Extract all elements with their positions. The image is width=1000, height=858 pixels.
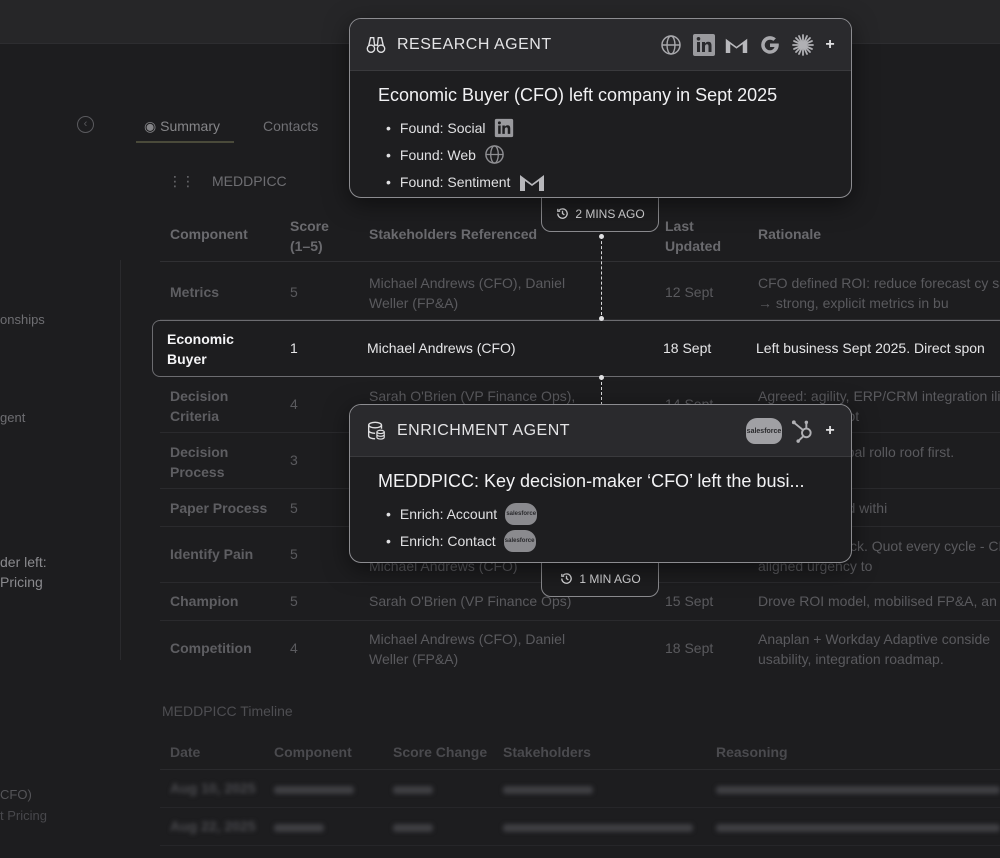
timeline-column-date[interactable]: Date [170, 742, 200, 762]
enrichment-timestamp-chip: 1 MIN AGO [541, 561, 659, 597]
sidebar-fragment: CFO) [0, 787, 32, 802]
redacted-cell [393, 786, 433, 794]
column-header-component[interactable]: Component [170, 224, 248, 244]
table-row[interactable]: Metrics 5 Michael Andrews (CFO), Daniel … [160, 263, 1000, 320]
redacted-cell [503, 786, 593, 794]
timeline-row[interactable]: Aug 10, 2025 [160, 770, 1000, 808]
gmail-icon [518, 171, 546, 193]
tab-contacts[interactable]: Contacts [263, 118, 318, 134]
database-icon [367, 421, 385, 440]
google-icon[interactable] [757, 32, 782, 57]
list-item: Enrich: Account salesforce [378, 500, 851, 527]
gmail-icon[interactable] [724, 32, 749, 57]
sidebar-fragment: onships [0, 312, 45, 327]
enrichment-agent-header: ENRICHMENT AGENT salesforce + [350, 405, 851, 457]
column-header-score[interactable]: Score (1–5) [290, 216, 340, 256]
meddpicc-section-title: ⋮⋮ MEDDPICC [168, 173, 287, 189]
linkedin-icon[interactable] [691, 32, 716, 57]
salesforce-icon[interactable]: salesforce [746, 418, 782, 444]
enrichment-agent-card[interactable]: ENRICHMENT AGENT salesforce + MEDDPICC: … [349, 404, 852, 563]
list-item: Found: Sentiment [378, 168, 851, 195]
timeline-column-score-change[interactable]: Score Change [393, 742, 487, 762]
connector-dot [599, 316, 604, 321]
timeline-column-reasoning[interactable]: Reasoning [716, 742, 788, 762]
research-findings: Found: Social Found: Web Found: Sentimen… [378, 114, 851, 195]
list-item: Enrich: Contact salesforce [378, 527, 851, 554]
table-row[interactable]: Competition 4 Michael Andrews (CFO), Dan… [160, 621, 1000, 677]
tab-summary[interactable]: ◉ Summary [144, 118, 220, 135]
column-header-last-updated[interactable]: Last Updated [665, 216, 721, 256]
redacted-cell [274, 824, 324, 832]
connector-dot [599, 234, 604, 239]
timeline-column-stakeholders[interactable]: Stakeholders [503, 742, 591, 762]
list-item: Found: Social [378, 114, 851, 141]
highlighted-row-economic-buyer[interactable]: Economic Buyer 1 Michael Andrews (CFO) 1… [152, 320, 1000, 377]
research-agent-card[interactable]: RESEARCH AGENT + Economic Buyer (CFO) le… [349, 18, 852, 198]
timeline-column-component[interactable]: Component [274, 742, 352, 762]
redacted-cell [716, 786, 1000, 794]
connector-line [601, 377, 602, 405]
connector-line [601, 236, 602, 320]
timeline-header: Date Component Score Change Stakeholders… [160, 735, 1000, 770]
sparkle-icon[interactable] [790, 32, 815, 57]
redacted-cell [274, 786, 354, 794]
history-clock-icon [557, 208, 569, 219]
research-headline: Economic Buyer (CFO) left company in Sep… [378, 85, 778, 105]
globe-icon [484, 144, 505, 165]
drag-handle-icon[interactable]: ⋮⋮ [168, 173, 195, 189]
hubspot-icon[interactable] [790, 419, 815, 444]
research-agent-body: Economic Buyer (CFO) left company in Sep… [350, 71, 851, 195]
history-clock-icon [561, 573, 573, 584]
sidebar-fragment: der left: [0, 554, 47, 570]
list-item: Found: Web [378, 141, 851, 168]
enrichment-headline: MEDDPICC: Key decision-maker ‘CFO’ left … [378, 471, 805, 491]
globe-icon[interactable] [658, 32, 683, 57]
timeline-row[interactable]: Aug 22, 2025 [160, 808, 1000, 846]
research-timestamp-chip: 2 MINS AGO [541, 196, 659, 232]
column-header-rationale[interactable]: Rationale [758, 224, 821, 244]
enrichment-actions: Enrich: Account salesforce Enrich: Conta… [378, 500, 851, 554]
sidebar-fragment: gent [0, 410, 26, 425]
research-tools: + [658, 32, 837, 57]
research-agent-header: RESEARCH AGENT + [350, 19, 851, 71]
redacted-cell [716, 824, 1000, 832]
binoculars-icon [366, 36, 386, 54]
timeline-title: MEDDPICC Timeline [162, 703, 293, 719]
enrichment-agent-body: MEDDPICC: Key decision-maker ‘CFO’ left … [350, 457, 851, 554]
active-tab-indicator [136, 141, 234, 143]
sidebar-fragment: t Pricing [0, 808, 47, 823]
eye-icon: ◉ [144, 118, 161, 134]
enrichment-tools: salesforce + [746, 418, 837, 444]
redacted-cell [393, 824, 433, 832]
add-tool-button[interactable]: + [823, 422, 837, 440]
back-arrow-icon[interactable]: ‹ [77, 116, 94, 133]
sidebar-divider [120, 260, 121, 660]
column-header-stakeholders[interactable]: Stakeholders Referenced [369, 224, 537, 244]
redacted-cell [503, 824, 693, 832]
add-tool-button[interactable]: + [823, 36, 837, 54]
sidebar-fragment: Pricing [0, 574, 43, 590]
salesforce-icon: salesforce [503, 529, 536, 552]
salesforce-icon: salesforce [505, 502, 538, 525]
linkedin-icon [494, 118, 514, 138]
connector-dot [599, 375, 604, 380]
